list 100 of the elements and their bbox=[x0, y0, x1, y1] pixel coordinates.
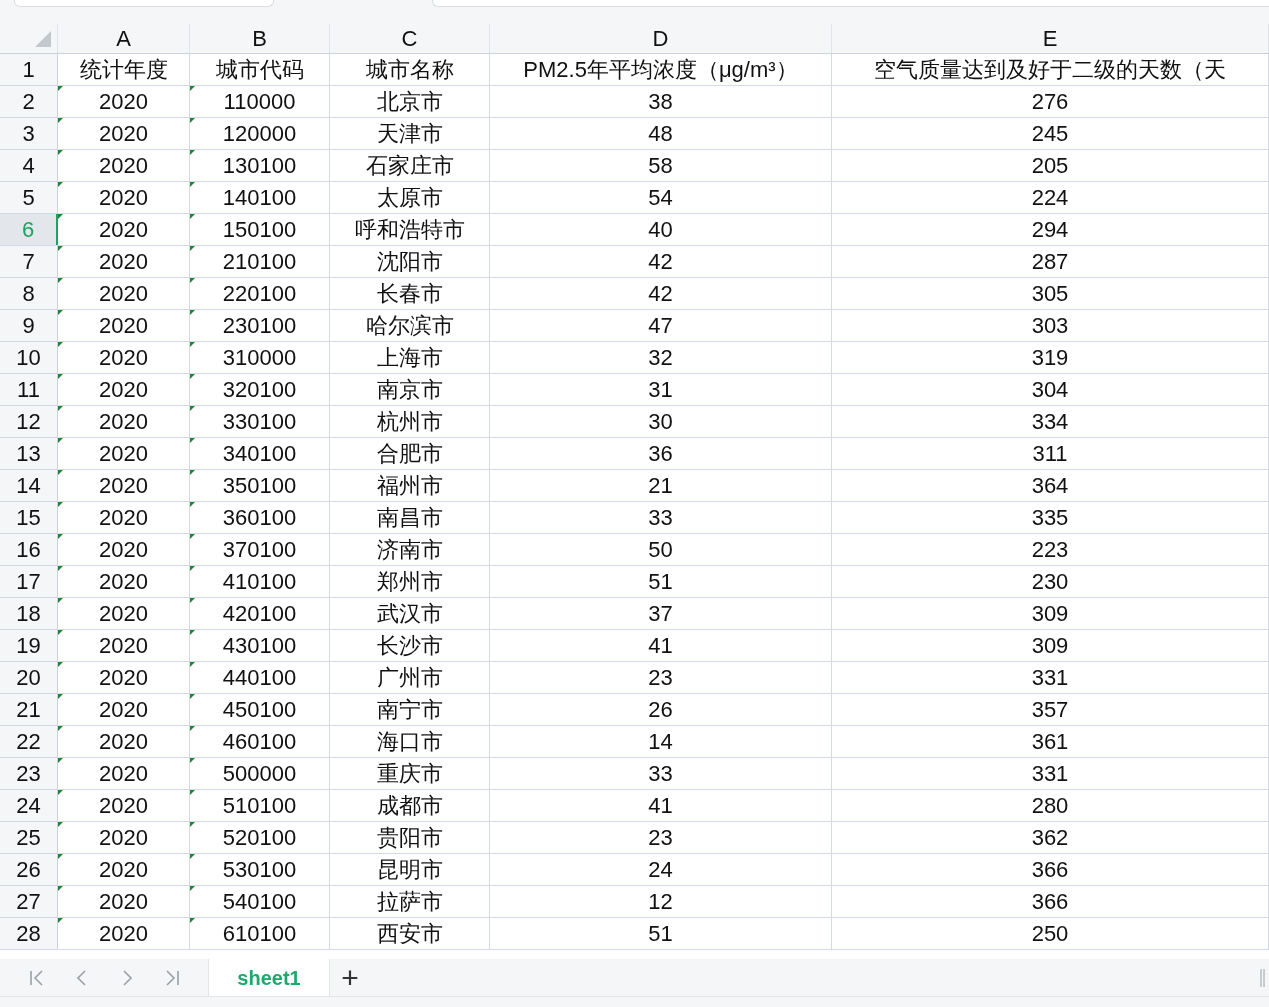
table-cell-text: 空气质量达到及好于二级的天数（天 bbox=[874, 56, 1226, 84]
table-cell-text: 拉萨市 bbox=[376, 888, 443, 916]
select-all-icon[interactable] bbox=[35, 31, 51, 47]
table-cell-text: 460100 bbox=[222, 728, 297, 756]
table-cell-text: 41 bbox=[648, 792, 673, 820]
table-cell-text: 24 bbox=[648, 856, 673, 884]
row-header[interactable]: 9 bbox=[0, 310, 58, 341]
table-cell-text: 245 bbox=[1031, 120, 1069, 148]
row-header[interactable]: 24 bbox=[0, 790, 58, 821]
table-cell-text: 2020 bbox=[99, 792, 148, 820]
table-cell-text: 2020 bbox=[99, 760, 148, 788]
table-cell-text: 50 bbox=[648, 536, 673, 564]
table-cell-text: 366 bbox=[1031, 888, 1069, 916]
table-cell-text: 320100 bbox=[222, 376, 297, 404]
table-cell-text: 2020 bbox=[99, 184, 148, 212]
table-cell-text: 2020 bbox=[99, 600, 148, 628]
row-header[interactable]: 2 bbox=[0, 86, 58, 117]
row-header[interactable]: 7 bbox=[0, 246, 58, 277]
table-cell-text: 500000 bbox=[222, 760, 297, 788]
table-cell-text: 361 bbox=[1031, 728, 1069, 756]
table-cell-text: 2020 bbox=[99, 152, 148, 180]
row-header[interactable]: 17 bbox=[0, 566, 58, 597]
table-cell-text: 21 bbox=[648, 472, 673, 500]
table-cell-text: 城市名称 bbox=[365, 56, 454, 84]
table-cell-text: 309 bbox=[1031, 632, 1069, 660]
table-cell-text: 276 bbox=[1031, 88, 1069, 116]
table-cell-text: 呼和浩特市 bbox=[354, 216, 465, 244]
table-cell-text: 31 bbox=[648, 376, 673, 404]
row-header[interactable]: 20 bbox=[0, 662, 58, 693]
table-cell-text: 2020 bbox=[99, 568, 148, 596]
table-cell-text: 40 bbox=[648, 216, 673, 244]
table-cell-text: 330100 bbox=[222, 408, 297, 436]
table-cell-text: 城市代码 bbox=[215, 56, 304, 84]
table-cell-text: 150100 bbox=[222, 216, 297, 244]
table-cell-text: 311 bbox=[1032, 440, 1068, 468]
column-header[interactable]: A bbox=[58, 24, 190, 53]
row-header[interactable]: 16 bbox=[0, 534, 58, 565]
row-header[interactable]: 26 bbox=[0, 854, 58, 885]
row-header[interactable]: 25 bbox=[0, 822, 58, 853]
table-cell-text: 520100 bbox=[222, 824, 297, 852]
table-cell-text: 340100 bbox=[222, 440, 297, 468]
add-sheet-button[interactable]: + bbox=[330, 959, 370, 996]
row-header[interactable]: 3 bbox=[0, 118, 58, 149]
resize-handle-icon[interactable] bbox=[1260, 968, 1265, 987]
row-header[interactable]: 28 bbox=[0, 918, 58, 949]
table-cell-text: 2020 bbox=[99, 280, 148, 308]
row-header[interactable]: 5 bbox=[0, 182, 58, 213]
column-header[interactable]: B bbox=[190, 24, 330, 53]
table-cell-text: 北京市 bbox=[376, 88, 443, 116]
table-cell-text: 2020 bbox=[99, 856, 148, 884]
formula-bar[interactable] bbox=[432, 0, 1269, 7]
row-header[interactable]: 10 bbox=[0, 342, 58, 373]
table-cell-text: 140100 bbox=[222, 184, 297, 212]
table-cell-text: 36 bbox=[648, 440, 673, 468]
table-cell-text: 304 bbox=[1031, 376, 1069, 404]
table-cell-text: 2020 bbox=[99, 664, 148, 692]
table-cell-text: 362 bbox=[1031, 824, 1069, 852]
row-header[interactable]: 15 bbox=[0, 502, 58, 533]
table-cell-text: 287 bbox=[1031, 248, 1069, 276]
table-cell-text: 郑州市 bbox=[376, 568, 443, 596]
table-cell-text: 2020 bbox=[99, 216, 148, 244]
table-cell-text: 610100 bbox=[222, 920, 297, 948]
column-header[interactable]: C bbox=[330, 24, 490, 53]
table-cell-text: 2020 bbox=[99, 88, 148, 116]
table-cell-text: 33 bbox=[648, 504, 673, 532]
row-header[interactable]: 14 bbox=[0, 470, 58, 501]
table-cell-text: 430100 bbox=[222, 632, 297, 660]
row-header[interactable]: 19 bbox=[0, 630, 58, 661]
table-cell-text: 上海市 bbox=[376, 344, 443, 372]
table-cell-text: 32 bbox=[648, 344, 673, 372]
column-header[interactable]: D bbox=[490, 24, 832, 53]
table-cell-text: 110000 bbox=[223, 88, 296, 116]
table-cell-text: 357 bbox=[1031, 696, 1069, 724]
table-cell-text: 广州市 bbox=[376, 664, 443, 692]
table-cell-text: 42 bbox=[648, 280, 673, 308]
row-header[interactable]: 12 bbox=[0, 406, 58, 437]
row-header[interactable]: 1 bbox=[0, 54, 58, 85]
row-header[interactable]: 22 bbox=[0, 726, 58, 757]
table-cell-text: 26 bbox=[648, 696, 673, 724]
table-cell-text: 58 bbox=[648, 152, 673, 180]
table-cell-text: 205 bbox=[1031, 152, 1069, 180]
row-header[interactable]: 27 bbox=[0, 886, 58, 917]
table-cell-text: 410100 bbox=[222, 568, 297, 596]
row-header[interactable]: 18 bbox=[0, 598, 58, 629]
row-header[interactable]: 4 bbox=[0, 150, 58, 181]
table-cell-text: 48 bbox=[648, 120, 673, 148]
row-header[interactable]: 13 bbox=[0, 438, 58, 469]
table-cell-text: 2020 bbox=[99, 408, 148, 436]
table-cell-text: 南京市 bbox=[376, 376, 443, 404]
table-cell-text: 南昌市 bbox=[376, 504, 443, 532]
name-box[interactable] bbox=[14, 0, 274, 7]
row-header[interactable]: 21 bbox=[0, 694, 58, 725]
row-header[interactable]: 23 bbox=[0, 758, 58, 789]
column-header[interactable]: E bbox=[832, 24, 1269, 53]
table-cell-text: 38 bbox=[648, 88, 673, 116]
table-cell-text: 福州市 bbox=[376, 472, 443, 500]
table-cell-text: 440100 bbox=[222, 664, 297, 692]
table-cell-text: 重庆市 bbox=[376, 760, 443, 788]
row-header[interactable]: 8 bbox=[0, 278, 58, 309]
row-header[interactable]: 11 bbox=[0, 374, 58, 405]
